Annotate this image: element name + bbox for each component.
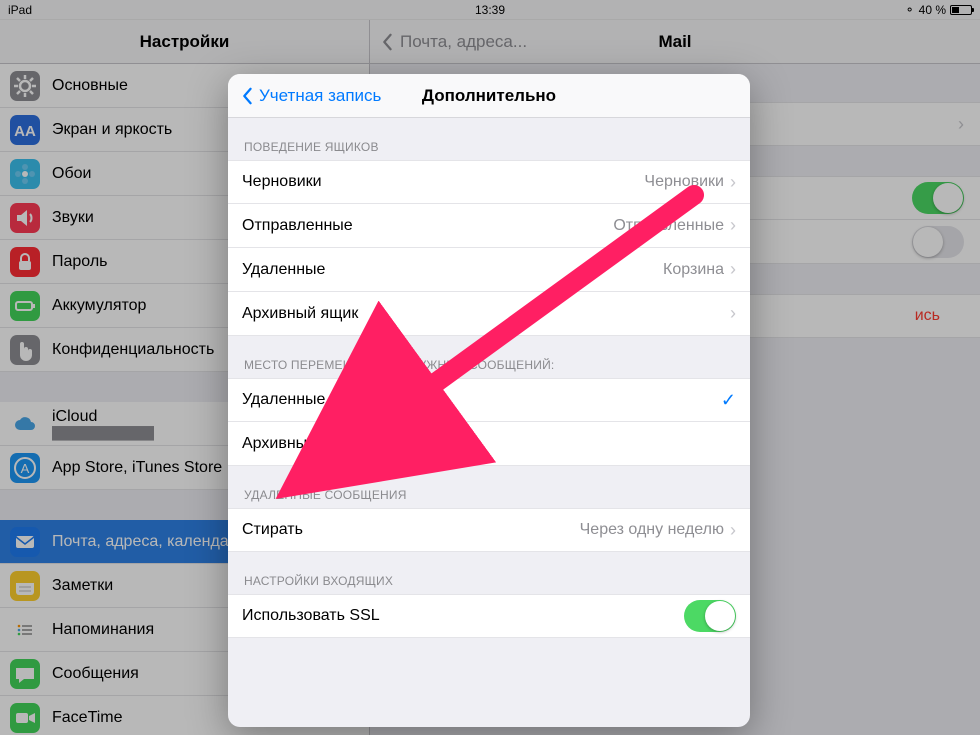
sidebar-item-label: iCloud [52,408,154,426]
row-label: Использовать SSL [242,607,380,625]
chevron-left-icon [238,87,256,105]
battery-percent: 40 % [919,3,946,17]
row-label: Удаленные [242,261,325,279]
sidebar-item-label: Звуки [52,209,94,227]
detail-header: Почта, адреса... Mail [370,20,980,64]
row-label: Удаленные [242,391,325,409]
row-label: Отправленные [242,217,353,235]
detail-back-button[interactable]: Почта, адреса... [370,32,527,52]
row-value: Отправленные [613,217,724,235]
group-header-discard: Место перемещения ненужных сообщений: [228,336,750,378]
mailbox-row[interactable]: Черновики Черновики › [228,160,750,204]
notes-icon [10,571,40,601]
mailbox-row[interactable]: Отправленные Отправленные › [228,204,750,248]
status-device: iPad [8,3,32,17]
modal-back-button[interactable]: Учетная запись [228,86,381,106]
row-label: Архивный ящик [242,305,358,323]
group-header-behavior: Поведение ящиков [228,118,750,160]
sidebar-item-label: Обои [52,165,91,183]
chevron-left-icon [378,33,396,51]
sidebar-item-label: Конфиденциальность [52,341,214,359]
charge-icon: ⚬ [905,3,915,17]
Aa-icon: AA [10,115,40,145]
sidebar-item-label: Сообщения [52,665,139,683]
battery-icon [950,5,972,15]
svg-text:A: A [21,461,30,476]
chevron-right-icon: › [730,303,736,324]
sidebar-item-label: Экран и яркость [52,121,172,139]
hand-icon [10,335,40,365]
gear-icon [10,71,40,101]
sidebar-item-label: Заметки [52,577,113,595]
erase-row[interactable]: Стирать Через одну неделю › [228,508,750,552]
appstore-icon: A [10,453,40,483]
toggle-on[interactable] [912,182,964,214]
row-value: Черновики [644,173,724,191]
modal-header: Учетная запись Дополнительно [228,74,750,118]
row-value: Через одну неделю [580,521,724,539]
chevron-right-icon: › [730,172,736,193]
advanced-modal: Учетная запись Дополнительно Поведение я… [228,74,750,727]
chevron-right-icon: › [730,215,736,236]
row-label: Черновики [242,173,322,191]
group-deleted: Стирать Через одну неделю › [228,508,750,552]
mailbox-row[interactable]: Удаленные Корзина › [228,248,750,292]
chevron-right-icon: › [730,520,736,541]
discard-option-row[interactable]: Архивный ящик [228,422,750,466]
sidebar-item-sub: ████████████ [52,426,154,440]
group-header-deleted: Удаленные сообщения [228,466,750,508]
delete-account-partial: ись [915,307,940,325]
group-incoming: Использовать SSL [228,594,750,638]
chevron-right-icon: › [730,259,736,280]
cloud-icon [10,409,40,439]
ssl-toggle[interactable] [684,600,736,632]
toggle-off[interactable] [912,226,964,258]
row-label: Стирать [242,521,303,539]
sidebar-item-label: Почта, адреса, календа [52,533,229,551]
group-discard: Удаленные ✓ Архивный ящик [228,378,750,466]
modal-back-label: Учетная запись [259,86,381,106]
sidebar-item-label: FaceTime [52,709,123,727]
sidebar-item-label: Основные [52,77,128,95]
group-header-incoming: Настройки входящих [228,552,750,594]
chevron-right-icon: › [958,114,964,135]
checklist-icon [10,615,40,645]
status-bar: iPad 13:39 ⚬ 40 % [0,0,980,20]
discard-option-row[interactable]: Удаленные ✓ [228,378,750,422]
bubble-icon [10,659,40,689]
group-behavior: ЧерновикиЧерновики›ОтправленныеОтправлен… [228,160,750,336]
battery-icon [10,291,40,321]
flower-icon [10,159,40,189]
sidebar-item-label: Аккумулятор [52,297,146,315]
mail-icon [10,527,40,557]
speaker-icon [10,203,40,233]
row-value: Корзина [663,261,724,279]
status-right: ⚬ 40 % [905,3,972,17]
video-icon [10,703,40,733]
ssl-row[interactable]: Использовать SSL [228,594,750,638]
sidebar-title: Настройки [0,20,369,64]
sidebar-item-label: Напоминания [52,621,154,639]
checkmark-icon: ✓ [721,390,736,411]
sidebar-item-label: Пароль [52,253,108,271]
lock-icon [10,247,40,277]
sidebar-item-label: App Store, iTunes Store [52,459,222,477]
svg-text:AA: AA [14,123,36,140]
status-time: 13:39 [0,3,980,17]
mailbox-row[interactable]: Архивный ящик › [228,292,750,336]
row-label: Архивный ящик [242,435,358,453]
detail-back-label: Почта, адреса... [400,32,527,52]
